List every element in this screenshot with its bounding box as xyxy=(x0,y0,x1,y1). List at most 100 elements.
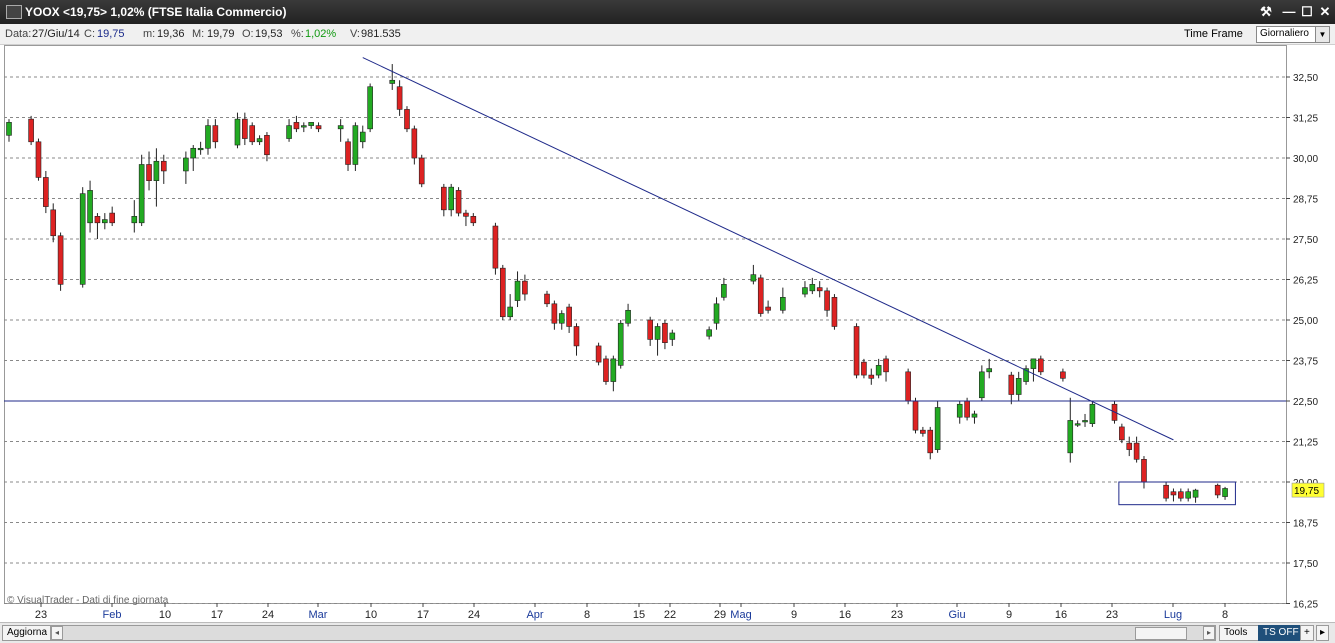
x-tick-label: 17 xyxy=(211,609,223,621)
chart-window: YOOX <19,75> 1,02% (FTSE Italia Commerci… xyxy=(0,0,1335,643)
candle-body xyxy=(242,118,248,139)
candle-body xyxy=(256,138,263,143)
candle-body xyxy=(757,277,764,314)
x-tick-label: 17 xyxy=(417,609,429,621)
x-tick-label: 24 xyxy=(262,609,274,621)
open-label: O: xyxy=(242,28,254,40)
candle-body xyxy=(669,332,676,340)
y-tick-label: 18,75 xyxy=(1293,519,1318,530)
scroll-right-icon[interactable]: ▸ xyxy=(1203,626,1215,640)
candle-body xyxy=(492,225,499,269)
candle-body xyxy=(463,212,469,217)
y-tick-label: 22,50 xyxy=(1293,397,1318,408)
candle-body xyxy=(234,118,241,146)
candle-body xyxy=(367,86,373,130)
x-tick-label: 29 xyxy=(714,609,726,621)
window-title: YOOX <19,75> 1,02% (FTSE Italia Commerci… xyxy=(25,5,287,19)
candle-body xyxy=(1133,442,1140,460)
candle-body xyxy=(558,313,565,324)
current-price-label: 19,75 xyxy=(1294,486,1319,497)
y-tick-label: 28,75 xyxy=(1293,195,1318,206)
candle-body xyxy=(566,306,572,327)
scroll-end-button[interactable]: ▸ xyxy=(1316,625,1330,641)
candle-body xyxy=(802,287,808,295)
max-label: M: xyxy=(192,28,205,40)
candle-body xyxy=(1089,403,1096,424)
close-value: 19,75 xyxy=(97,28,125,40)
date-label: Data: xyxy=(5,28,32,40)
timeframe-select[interactable]: Giornaliero ▼ xyxy=(1256,26,1330,43)
chart-axes: 32,50 31,25 30,00 28,75 27,50 26,25 25,00 23,75… xyxy=(35,73,1325,621)
x-tick-label: 23 xyxy=(1106,609,1118,621)
chart-overlays xyxy=(4,57,1286,506)
x-tick-label: 8 xyxy=(1222,609,1228,621)
candle-body xyxy=(964,400,970,418)
candle-body xyxy=(1015,378,1022,395)
candle-body xyxy=(920,429,926,434)
zoom-in-button[interactable]: + xyxy=(1300,625,1314,641)
candle-body xyxy=(300,125,307,128)
x-tick-label: Feb xyxy=(103,609,122,621)
horizontal-scrollbar[interactable]: ◂ ▸ xyxy=(50,625,1216,641)
ts-off-button[interactable]: TS OFF xyxy=(1258,625,1304,641)
tools-button[interactable]: Tools xyxy=(1219,625,1259,641)
title-bar[interactable]: YOOX <19,75> 1,02% (FTSE Italia Commerci… xyxy=(0,0,1335,24)
candle-body xyxy=(595,345,602,363)
x-tick-label: 16 xyxy=(839,609,851,621)
candle-body xyxy=(986,368,993,373)
scroll-thumb[interactable] xyxy=(1135,627,1187,640)
minimize-button[interactable]: — xyxy=(1280,3,1298,20)
candle-body xyxy=(1178,491,1184,499)
price-chart[interactable]: 32,50 31,25 30,00 28,75 27,50 26,25 25,00 23,75… xyxy=(4,45,1331,622)
candle-body xyxy=(359,131,366,143)
candle-body xyxy=(1192,489,1199,498)
refresh-button[interactable]: Aggiorna xyxy=(2,625,53,641)
candle-body xyxy=(470,216,477,224)
candle-body xyxy=(551,303,558,324)
candle-body xyxy=(212,125,219,143)
maximize-button[interactable]: ☐ xyxy=(1298,3,1316,20)
candle-body xyxy=(603,358,609,382)
y-tick-label: 32,50 xyxy=(1293,73,1318,84)
candle-body xyxy=(197,147,204,151)
tools-icon[interactable]: ⚒ xyxy=(1257,3,1275,20)
candle-body xyxy=(853,326,860,376)
candle-body xyxy=(205,125,211,149)
candle-body xyxy=(418,157,425,185)
candle-body xyxy=(79,193,86,285)
candle-body xyxy=(1119,426,1125,441)
x-tick-label: 15 xyxy=(633,609,645,621)
candle-body xyxy=(146,164,152,181)
candle-body xyxy=(654,326,661,340)
quote-info-bar: Data: 27/Giu/14 C: 19,75 m: 19,36 M: 19,… xyxy=(0,24,1335,45)
candle-body xyxy=(345,141,351,165)
candle-body xyxy=(1060,371,1066,379)
y-tick-label: 30,00 xyxy=(1293,154,1318,165)
x-tick-label: Giu xyxy=(948,609,965,621)
x-tick-label: 10 xyxy=(365,609,377,621)
candle-body xyxy=(544,293,550,305)
plot-border xyxy=(4,45,1287,604)
candle-body xyxy=(190,147,197,159)
candle-body xyxy=(573,326,580,347)
candle-body xyxy=(404,109,410,130)
scroll-left-icon[interactable]: ◂ xyxy=(51,626,63,640)
watermark: © VisualTrader - Dati di fine giornata xyxy=(7,595,169,606)
candle-body xyxy=(94,216,101,224)
x-tick-label: Apr xyxy=(526,609,543,621)
y-tick-label: 27,50 xyxy=(1293,235,1318,246)
candle-body xyxy=(979,371,985,399)
candle-body xyxy=(912,400,919,431)
candle-body xyxy=(1141,459,1147,483)
timeframe-value: Giornaliero xyxy=(1260,28,1309,39)
x-tick-label: Lug xyxy=(1164,609,1182,621)
date-value: 27/Giu/14 xyxy=(32,28,80,40)
candle-body xyxy=(249,125,256,143)
candle-body xyxy=(1222,488,1228,497)
close-button[interactable]: ✕ xyxy=(1316,3,1334,20)
x-tick-label: 22 xyxy=(664,609,676,621)
candle-body xyxy=(868,374,875,379)
candle-body xyxy=(1008,374,1015,395)
dropdown-arrow-icon[interactable]: ▼ xyxy=(1315,27,1329,42)
candle-body xyxy=(308,122,314,126)
